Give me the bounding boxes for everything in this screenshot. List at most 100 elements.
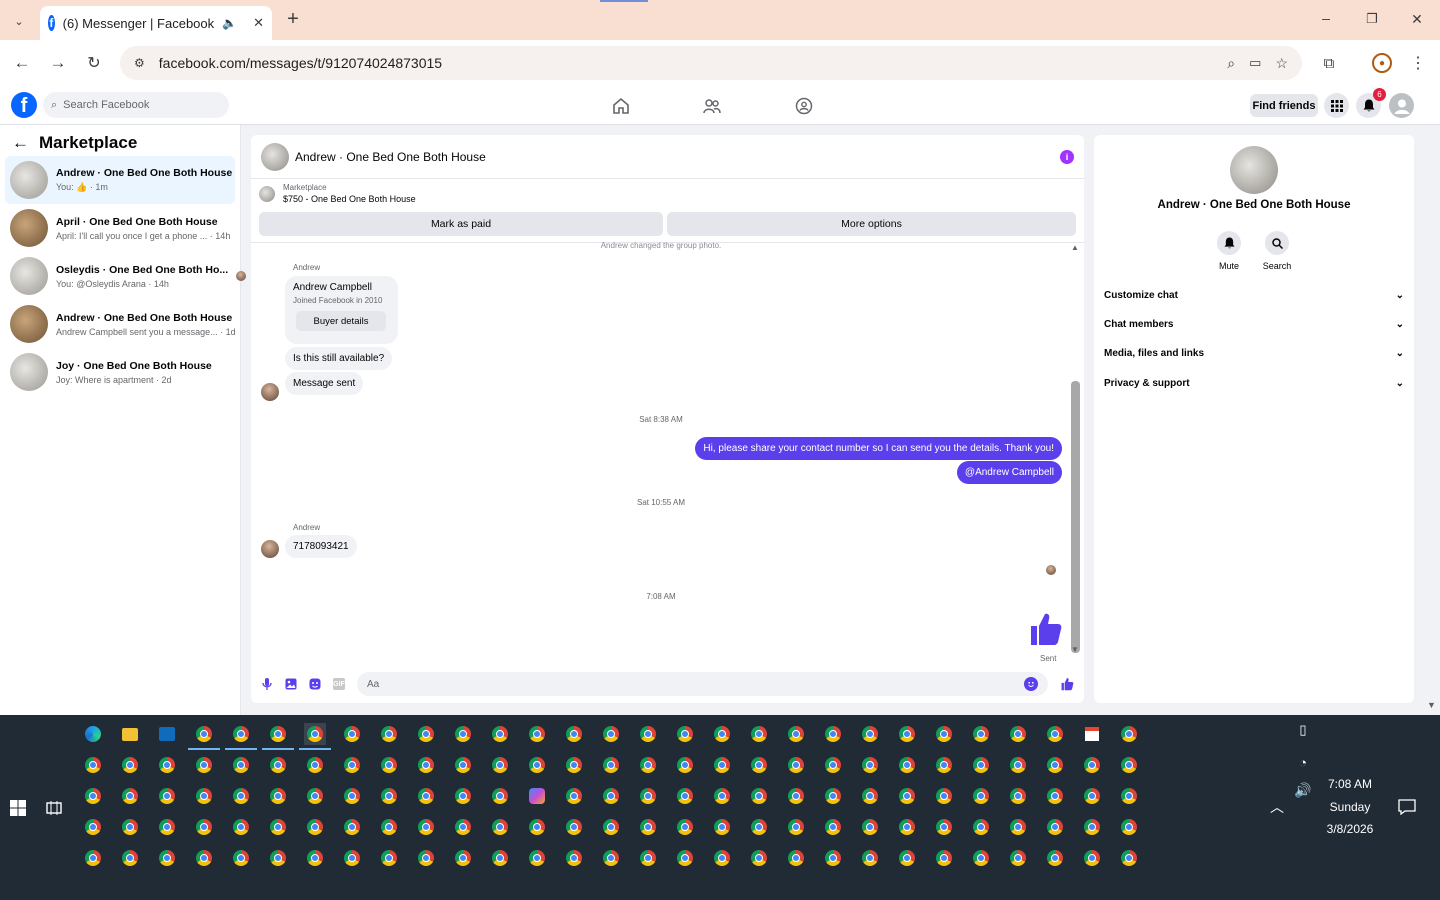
taskbar-app-button[interactable]	[415, 785, 437, 807]
taskbar-app-button[interactable]	[1007, 816, 1029, 838]
taskbar-app-button[interactable]	[637, 847, 659, 869]
search-action[interactable]: Search	[1257, 231, 1297, 271]
taskbar-app-button[interactable]	[415, 847, 437, 869]
taskbar-app-button[interactable]	[304, 754, 326, 776]
taskbar-app-button[interactable]	[156, 754, 178, 776]
taskbar-app-button[interactable]	[526, 847, 548, 869]
taskbar-app-button[interactable]	[1007, 754, 1029, 776]
info-icon[interactable]: i	[1060, 149, 1074, 164]
taskbar-app-button[interactable]	[637, 754, 659, 776]
taskbar-app-button[interactable]	[1044, 847, 1066, 869]
taskbar-app-button[interactable]	[119, 847, 141, 869]
taskbar-app-button[interactable]	[1118, 754, 1140, 776]
taskbar-app-button[interactable]	[859, 816, 881, 838]
account-avatar[interactable]	[1389, 93, 1414, 118]
conversation-item[interactable]: Andrew · One Bed One Both House You: 👍 ·…	[5, 156, 235, 204]
taskbar-app-button[interactable]	[896, 754, 918, 776]
taskbar-app-button[interactable]	[600, 723, 622, 745]
taskbar-app-button[interactable]	[674, 754, 696, 776]
taskbar-app-button[interactable]	[1118, 816, 1140, 838]
taskbar-app-button[interactable]	[193, 785, 215, 807]
taskbar-app-button[interactable]	[711, 816, 733, 838]
chat-members-section[interactable]: Chat members ⌄	[1104, 313, 1404, 335]
home-icon[interactable]	[611, 96, 631, 116]
taskbar-app-button[interactable]	[82, 754, 104, 776]
find-friends-button[interactable]: Find friends	[1250, 94, 1318, 117]
wifi-icon[interactable]: ◔	[1292, 751, 1314, 773]
sender-avatar[interactable]	[261, 540, 279, 558]
taskbar-app-button[interactable]	[156, 816, 178, 838]
taskbar-app-button[interactable]	[600, 847, 622, 869]
forward-arrow-icon[interactable]: →	[48, 53, 68, 73]
taskbar-app-button[interactable]	[785, 723, 807, 745]
browser-menu-icon[interactable]: ⋮	[1408, 53, 1428, 73]
chat-title[interactable]: Andrew · One Bed One Both House	[295, 150, 1054, 164]
gif-icon[interactable]: GIF	[333, 678, 345, 690]
taskbar-app-button[interactable]	[563, 785, 585, 807]
taskbar-app-button[interactable]	[896, 723, 918, 745]
page-scroll-down-icon[interactable]: ▼	[1427, 700, 1436, 710]
taskbar-app-button[interactable]	[304, 816, 326, 838]
facebook-logo-icon[interactable]: f	[11, 92, 37, 118]
omnibox[interactable]: ⚙ facebook.com/messages/t/91207402487301…	[120, 46, 1302, 80]
taskbar-app-button[interactable]	[378, 723, 400, 745]
taskbar-app-button[interactable]	[970, 847, 992, 869]
taskbar-app-button[interactable]	[711, 754, 733, 776]
taskbar-app-button[interactable]	[230, 754, 252, 776]
clock-time[interactable]: 7:08 AM	[1318, 777, 1382, 791]
tab-search-chevron-icon[interactable]: ⌄	[10, 12, 28, 30]
speaker-icon[interactable]: 🔈	[222, 16, 237, 30]
buyer-details-button[interactable]: Buyer details	[296, 311, 386, 331]
message-input[interactable]: Aa	[357, 672, 1048, 696]
volume-icon[interactable]: 🔊	[1292, 779, 1314, 801]
mute-action[interactable]: Mute	[1209, 231, 1249, 271]
taskbar-app-button[interactable]	[526, 723, 548, 745]
taskbar-app-button[interactable]	[637, 785, 659, 807]
taskbar-app-button[interactable]	[785, 847, 807, 869]
taskbar-app-button[interactable]	[1118, 723, 1140, 745]
taskbar-app-button[interactable]	[748, 785, 770, 807]
taskbar-app-button[interactable]	[563, 754, 585, 776]
taskbar-app-button[interactable]	[230, 847, 252, 869]
conversation-item[interactable]: Osleydis · One Bed One Both Ho... You: @…	[5, 252, 247, 300]
taskbar-app-button[interactable]	[1081, 754, 1103, 776]
taskbar-app-button[interactable]	[933, 723, 955, 745]
chat-avatar[interactable]	[261, 142, 289, 171]
taskbar-app-button[interactable]	[378, 847, 400, 869]
taskbar-app-button[interactable]	[748, 847, 770, 869]
photo-icon[interactable]	[285, 678, 297, 690]
taskbar-app-button[interactable]	[341, 754, 363, 776]
groups-icon[interactable]	[794, 96, 814, 116]
taskbar-app-button[interactable]	[452, 754, 474, 776]
taskbar-app-button[interactable]	[489, 785, 511, 807]
taskbar-app-button[interactable]	[970, 723, 992, 745]
taskbar-app-button[interactable]	[341, 723, 363, 745]
taskbar-app-button[interactable]	[970, 816, 992, 838]
sender-avatar[interactable]	[261, 383, 279, 401]
taskbar-app-button[interactable]	[452, 847, 474, 869]
taskbar-app-button[interactable]	[378, 785, 400, 807]
taskbar-app-button[interactable]	[933, 816, 955, 838]
tab-close-icon[interactable]: ✕	[253, 15, 264, 31]
taskbar-app-button[interactable]	[119, 754, 141, 776]
taskbar-app-button[interactable]	[600, 816, 622, 838]
conversation-item[interactable]: Andrew · One Bed One Both House Andrew C…	[5, 300, 236, 348]
taskbar-app-button[interactable]	[896, 816, 918, 838]
taskbar-app-button[interactable]	[563, 723, 585, 745]
taskbar-app-button[interactable]	[859, 754, 881, 776]
listing-row[interactable]: Marketplace $750 - One Bed One Both Hous…	[259, 183, 416, 204]
taskbar-app-button[interactable]	[156, 785, 178, 807]
scroll-down-icon[interactable]: ▼	[1071, 645, 1079, 654]
profile-icon[interactable]: ●	[1372, 53, 1392, 73]
taskbar-app-button[interactable]	[225, 723, 257, 750]
taskbar-app-button[interactable]	[1081, 723, 1103, 745]
menu-grid-icon[interactable]	[1324, 93, 1349, 118]
taskbar-app-button[interactable]	[1007, 785, 1029, 807]
taskbar-app-button[interactable]	[896, 847, 918, 869]
taskbar-app-button[interactable]	[526, 816, 548, 838]
zoom-icon[interactable]: ⌕	[1227, 55, 1235, 72]
site-info-icon[interactable]: ⚙	[134, 56, 145, 70]
taskbar-app-button[interactable]	[489, 847, 511, 869]
scroll-up-icon[interactable]: ▲	[1071, 243, 1079, 252]
taskbar-app-button[interactable]	[193, 754, 215, 776]
